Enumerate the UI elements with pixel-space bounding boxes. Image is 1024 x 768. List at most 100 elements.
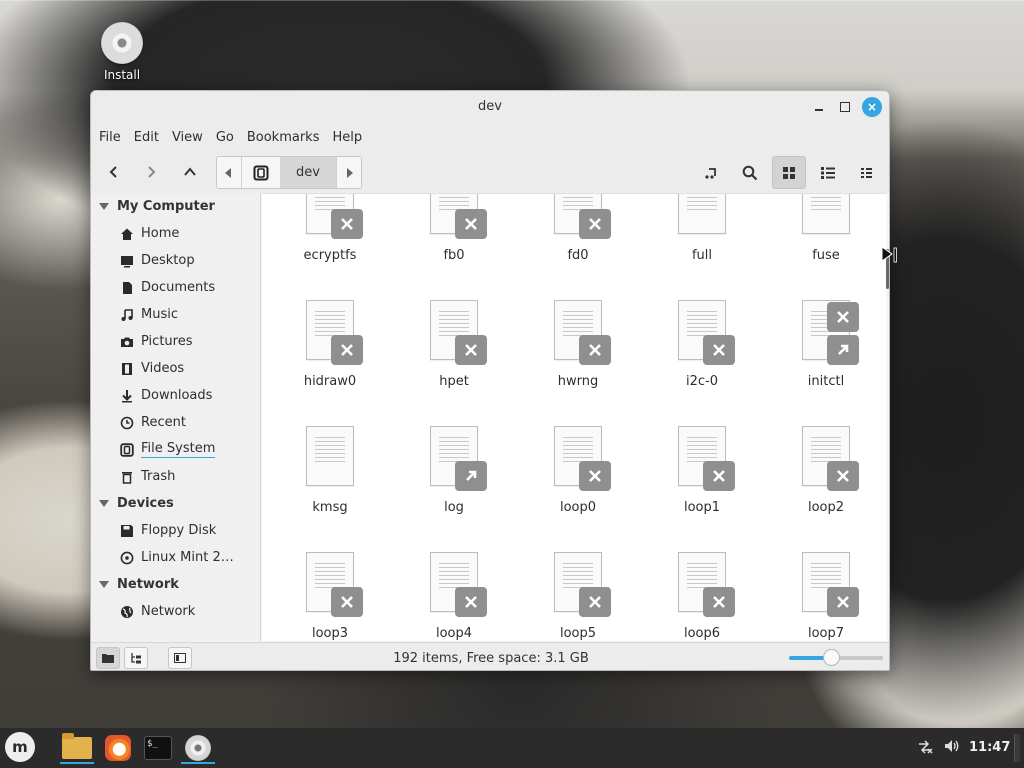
breadcrumb-root[interactable]: [242, 157, 280, 188]
file-item[interactable]: hwrng: [516, 300, 640, 426]
breadcrumb-scroll-right[interactable]: [337, 157, 361, 188]
document-icon: [802, 300, 859, 365]
zoom-slider[interactable]: [789, 649, 883, 666]
desktop-icon-install[interactable]: Install: [96, 22, 148, 82]
file-item[interactable]: kmsg: [268, 426, 392, 552]
statusbar: 192 items, Free space: 3.1 GB: [91, 642, 889, 670]
compact-view-icon: [861, 167, 872, 178]
documents-icon: [119, 280, 135, 296]
minimize-button[interactable]: [809, 97, 829, 117]
file-name: fuse: [812, 248, 840, 263]
sidebar-item-network[interactable]: Network: [91, 598, 260, 625]
sidebar-item-desktop[interactable]: Desktop: [91, 247, 260, 274]
taskbar-firefox[interactable]: [101, 732, 135, 764]
document-icon: [306, 300, 363, 365]
file-item[interactable]: loop7: [764, 552, 886, 641]
list-view-button[interactable]: [811, 156, 845, 189]
file-item[interactable]: fb0: [392, 194, 516, 300]
titlebar[interactable]: dev ×: [91, 91, 889, 123]
menu-go[interactable]: Go: [211, 130, 239, 145]
file-item[interactable]: full: [640, 194, 764, 300]
file-item[interactable]: ecryptfs: [268, 194, 392, 300]
document-icon: [554, 194, 611, 239]
triangle-right-icon: [347, 167, 353, 178]
close-button[interactable]: ×: [862, 97, 882, 117]
file-item[interactable]: hpet: [392, 300, 516, 426]
clock[interactable]: 11:47: [969, 740, 1010, 755]
menu-help[interactable]: Help: [327, 130, 367, 145]
document-icon: [678, 426, 735, 491]
taskbar-installer[interactable]: [181, 732, 215, 764]
sidebar-section-devices[interactable]: Devices: [91, 490, 260, 517]
expander-icon: [99, 581, 109, 588]
music-icon: [119, 307, 135, 323]
sidebar-item-trash[interactable]: Trash: [91, 463, 260, 490]
disc-icon: [119, 550, 135, 566]
document-icon: [306, 552, 363, 617]
menu-view[interactable]: View: [167, 130, 208, 145]
list-view-icon: [821, 166, 835, 179]
sidebar-item-linux-mint-2[interactable]: Linux Mint 2…: [91, 544, 260, 571]
up-button[interactable]: [175, 157, 205, 187]
file-item[interactable]: fuse: [764, 194, 886, 300]
show-desktop-button[interactable]: [1014, 734, 1020, 762]
back-button[interactable]: [99, 157, 129, 187]
search-button[interactable]: [733, 156, 767, 189]
file-item[interactable]: loop5: [516, 552, 640, 641]
menu-file[interactable]: File: [94, 130, 126, 145]
file-item[interactable]: loop2: [764, 426, 886, 552]
menu-edit[interactable]: Edit: [129, 130, 164, 145]
taskbar-files[interactable]: [60, 732, 94, 764]
file-item[interactable]: log: [392, 426, 516, 552]
sidebar-item-floppy-disk[interactable]: Floppy Disk: [91, 517, 260, 544]
menu-bookmarks[interactable]: Bookmarks: [242, 130, 325, 145]
file-item[interactable]: initctl: [764, 300, 886, 426]
menubar: File Edit View Go Bookmarks Help: [91, 123, 889, 151]
expander-icon: [99, 203, 109, 210]
sidebar-item-pictures[interactable]: Pictures: [91, 328, 260, 355]
file-name: loop6: [683, 626, 721, 641]
triangle-left-icon: [225, 167, 231, 178]
file-item[interactable]: loop6: [640, 552, 764, 641]
symlink-emblem-icon: [455, 461, 487, 491]
file-item[interactable]: loop1: [640, 426, 764, 552]
sidebar-item-label: Home: [141, 226, 180, 241]
breadcrumb-scroll-left[interactable]: [217, 157, 241, 188]
sidebar-item-downloads[interactable]: Downloads: [91, 382, 260, 409]
sidebar-section-label: Network: [117, 577, 179, 592]
sidebar-item-documents[interactable]: Documents: [91, 274, 260, 301]
menu-button[interactable]: m: [3, 731, 37, 763]
network-tray-button[interactable]: [916, 739, 934, 759]
document-icon: [554, 426, 611, 491]
sidebar-item-music[interactable]: Music: [91, 301, 260, 328]
file-item[interactable]: fd0: [516, 194, 640, 300]
location-toggle-button[interactable]: [694, 156, 728, 189]
file-item[interactable]: loop4: [392, 552, 516, 641]
sidebar-item-videos[interactable]: Videos: [91, 355, 260, 382]
breadcrumb-current[interactable]: dev: [280, 157, 336, 188]
file-item[interactable]: hidraw0: [268, 300, 392, 426]
forward-button[interactable]: [136, 157, 166, 187]
icon-view-button[interactable]: [772, 156, 806, 189]
sidebar-item-recent[interactable]: Recent: [91, 409, 260, 436]
sidebar-section-network[interactable]: Network: [91, 571, 260, 598]
sidebar-item-home[interactable]: Home: [91, 220, 260, 247]
sidebar-section-my-computer[interactable]: My Computer: [91, 193, 260, 220]
sidebar-item-file-system[interactable]: File System: [91, 436, 260, 463]
unreadable-emblem-icon: [331, 587, 363, 617]
files-icon: [62, 733, 92, 759]
file-name: loop7: [807, 626, 845, 641]
file-view[interactable]: ecryptfs fb0 fd0 full fuse hidraw0 hpet hwrng i2…: [262, 193, 886, 641]
compact-view-button[interactable]: [850, 156, 884, 189]
maximize-button[interactable]: [835, 97, 855, 117]
file-item[interactable]: loop0: [516, 426, 640, 552]
filesystem-icon: [119, 442, 135, 458]
taskbar-terminal[interactable]: $_: [141, 732, 175, 764]
volume-tray-button[interactable]: [943, 738, 961, 758]
unreadable-emblem-icon: [827, 461, 859, 491]
file-item[interactable]: i2c-0: [640, 300, 764, 426]
file-item[interactable]: loop3: [268, 552, 392, 641]
document-icon: [306, 194, 363, 239]
document-icon: [678, 194, 726, 234]
symlink-emblem-icon: [827, 335, 859, 365]
